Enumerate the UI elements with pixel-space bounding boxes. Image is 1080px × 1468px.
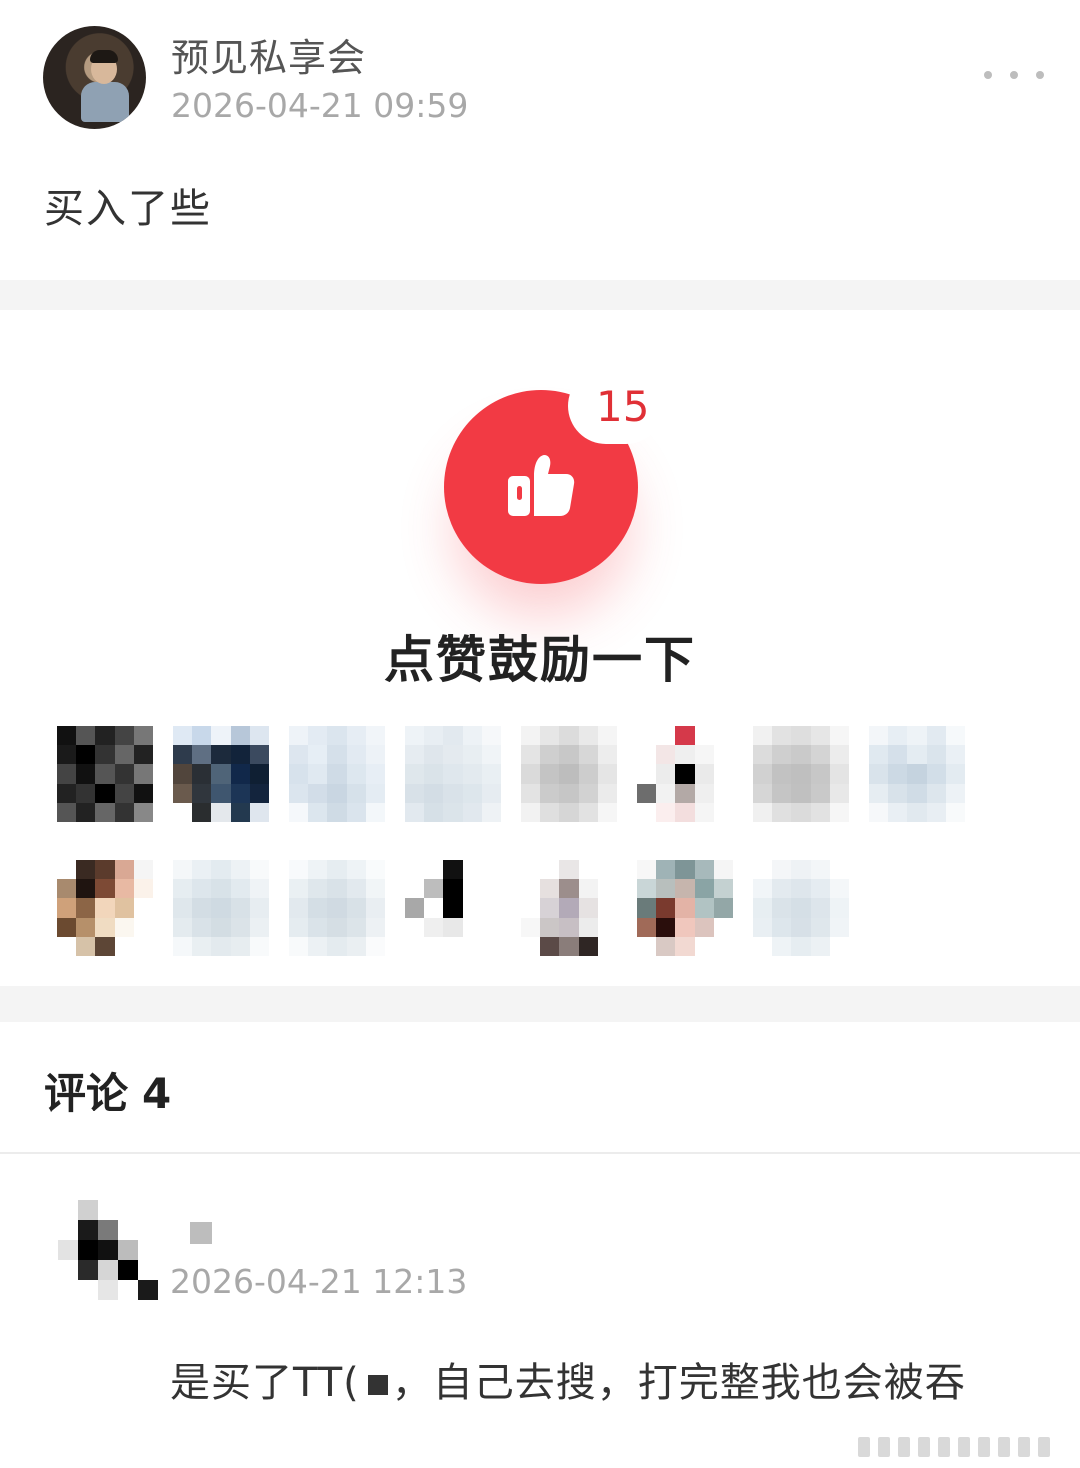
more-options-icon[interactable]: [984, 60, 1044, 90]
author-avatar[interactable]: [43, 26, 146, 129]
comment-text: 是买了TT( ，自己去搜，打完整我也会被吞: [170, 1350, 966, 1408]
commenter-name-masked[interactable]: [190, 1222, 212, 1244]
comment-text-start: 是买了TT(: [170, 1360, 360, 1406]
liker-avatar[interactable]: [173, 860, 269, 956]
comments-header: 评论 4: [44, 1060, 171, 1121]
liker-avatar[interactable]: [289, 860, 385, 956]
section-divider: [0, 986, 1080, 1022]
post-timestamp: 2026-04-21 09:59: [171, 86, 469, 125]
comments-divider: [0, 1152, 1080, 1154]
liker-avatar[interactable]: [521, 860, 617, 956]
comment-text-end: ，自己去搜，打完整我也会被吞: [391, 1360, 966, 1406]
comment-text-mask: [367, 1375, 388, 1395]
liker-avatar[interactable]: [753, 860, 849, 956]
like-prompt: 点赞鼓励一下: [384, 631, 696, 689]
liker-avatar[interactable]: [57, 726, 153, 822]
comments-label: 评论: [44, 1069, 129, 1118]
commenter-avatar[interactable]: [58, 1200, 158, 1300]
liker-avatar[interactable]: [637, 860, 733, 956]
liker-avatar[interactable]: [637, 726, 733, 822]
post-detail-page: 预见私享会 2026-04-21 09:59 买入了些 15 点赞鼓励一下 评论…: [0, 0, 1080, 1468]
avatar-shirt: [81, 82, 129, 122]
liker-avatar[interactable]: [405, 726, 501, 822]
section-divider: [0, 280, 1080, 310]
comment-timestamp: 2026-04-21 12:13: [170, 1262, 468, 1301]
liker-avatar[interactable]: [753, 726, 849, 822]
liker-avatar[interactable]: [869, 726, 965, 822]
post-content: 买入了些: [44, 186, 212, 232]
liker-avatar[interactable]: [173, 726, 269, 822]
liker-avatar[interactable]: [521, 726, 617, 822]
liker-avatar[interactable]: [57, 860, 153, 956]
avatar-hair: [90, 50, 118, 63]
liker-avatar[interactable]: [289, 726, 385, 822]
comments-count: 4: [142, 1069, 172, 1118]
liker-avatar[interactable]: [405, 860, 501, 956]
like-count: 15: [596, 382, 650, 431]
author-name[interactable]: 预见私享会: [171, 27, 366, 82]
thumbs-up-icon: [508, 455, 575, 516]
watermark: [858, 1436, 1072, 1458]
